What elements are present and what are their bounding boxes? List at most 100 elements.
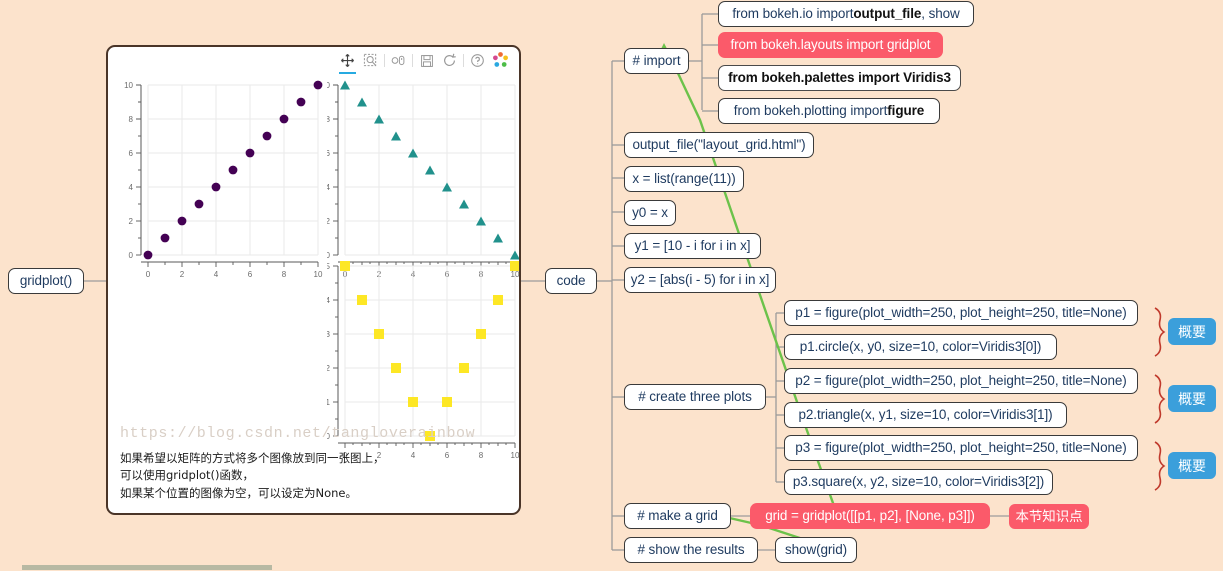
node-p2-figure-label: p2 = figure(plot_width=250, plot_height=… bbox=[795, 373, 1127, 389]
node-import-palettes[interactable]: from bokeh.palettes import Viridis3 bbox=[718, 65, 961, 91]
summary-badge-3[interactable]: 概要 bbox=[1168, 452, 1216, 479]
summary-badge-2[interactable]: 概要 bbox=[1168, 385, 1216, 412]
toolbar-separator bbox=[463, 54, 464, 67]
node-p1-figure[interactable]: p1 = figure(plot_width=250, plot_height=… bbox=[784, 300, 1138, 326]
mindmap-canvas: gridplot() 10 8 6 4 2 0 0 2 4 6 8 10 10 … bbox=[0, 0, 1223, 571]
svg-text:4: 4 bbox=[129, 183, 134, 192]
pan-icon[interactable] bbox=[338, 51, 357, 74]
node-show-grid[interactable]: show(grid) bbox=[775, 537, 857, 563]
branch-make-a-grid-label: # make a grid bbox=[637, 508, 718, 524]
wheel-zoom-icon[interactable] bbox=[389, 51, 408, 70]
svg-text:10: 10 bbox=[511, 451, 520, 460]
node-import-plotting-bold: figure bbox=[887, 103, 925, 119]
node-p3-figure[interactable]: p3 = figure(plot_width=250, plot_height=… bbox=[784, 435, 1138, 461]
node-import-io-bold: output_file bbox=[853, 6, 922, 22]
center-node-label: code bbox=[556, 273, 586, 289]
svg-text:0: 0 bbox=[129, 251, 134, 260]
knowledge-point-badge-label: 本节知识点 bbox=[1015, 508, 1083, 524]
svg-text:10: 10 bbox=[314, 270, 323, 279]
root-node-gridplot[interactable]: gridplot() bbox=[8, 268, 84, 294]
center-node-code[interactable]: code bbox=[545, 268, 597, 294]
svg-text:10: 10 bbox=[124, 81, 133, 90]
reset-icon[interactable] bbox=[440, 51, 459, 70]
svg-text:10: 10 bbox=[327, 81, 331, 90]
horizontal-scrollbar[interactable] bbox=[0, 564, 1223, 571]
node-import-io-prefix: from bokeh.io import bbox=[732, 6, 854, 22]
svg-text:2: 2 bbox=[327, 217, 331, 226]
toolbar-separator bbox=[384, 54, 385, 67]
svg-text:5: 5 bbox=[327, 262, 331, 271]
node-import-plotting-prefix: from bokeh.plotting import bbox=[733, 103, 888, 119]
summary-badge-1-label: 概要 bbox=[1178, 323, 1206, 340]
node-y2-def-label: y2 = [abs(i - 5) for i in x] bbox=[630, 272, 770, 288]
scrollbar-thumb[interactable] bbox=[22, 565, 272, 570]
node-p1-circle-label: p1.circle(x, y0, size=10, color=Viridis3… bbox=[799, 339, 1042, 355]
bokeh-toolbar[interactable] bbox=[338, 51, 510, 74]
svg-text:0: 0 bbox=[146, 270, 151, 279]
svg-text:8: 8 bbox=[282, 270, 287, 279]
svg-text:2: 2 bbox=[129, 217, 134, 226]
node-import-io[interactable]: from bokeh.io import output_file, show bbox=[718, 1, 974, 27]
svg-text:8: 8 bbox=[479, 451, 484, 460]
svg-text:4: 4 bbox=[214, 270, 219, 279]
summary-badge-1[interactable]: 概要 bbox=[1168, 318, 1216, 345]
help-icon[interactable] bbox=[468, 51, 487, 70]
node-p3-square[interactable]: p3.square(x, y2, size=10, color=Viridis3… bbox=[784, 469, 1053, 495]
panel-caption: 如果希望以矩阵的方式将多个图像放到同一张图上， 可以使用gridplot()函数… bbox=[120, 450, 385, 503]
node-p2-triangle-label: p2.triangle(x, y1, size=10, color=Viridi… bbox=[798, 407, 1053, 423]
plot-p1-circle: 10 8 6 4 2 0 0 2 4 6 8 10 bbox=[112, 71, 327, 286]
node-import-layouts-label: from bokeh.layouts import gridplot bbox=[730, 37, 931, 53]
svg-text:2: 2 bbox=[327, 364, 331, 373]
node-output-file-label: output_file("layout_grid.html") bbox=[632, 137, 806, 153]
node-y0-def-label: y0 = x bbox=[632, 205, 668, 221]
save-icon[interactable] bbox=[417, 51, 436, 70]
node-y0-def[interactable]: y0 = x bbox=[624, 200, 676, 226]
node-import-layouts-highlight[interactable]: from bokeh.layouts import gridplot bbox=[718, 32, 943, 58]
root-node-label: gridplot() bbox=[19, 273, 73, 289]
watermark-text: https://blog.csdn.net/tangloverainbow bbox=[120, 425, 476, 442]
summary-badge-3-label: 概要 bbox=[1178, 457, 1206, 474]
bokeh-logo-icon[interactable] bbox=[491, 51, 510, 70]
node-output-file[interactable]: output_file("layout_grid.html") bbox=[624, 132, 814, 158]
node-import-palettes-label: from bokeh.palettes import Viridis3 bbox=[728, 70, 951, 86]
node-show-grid-label: show(grid) bbox=[784, 542, 848, 558]
branch-import[interactable]: # import bbox=[624, 48, 689, 74]
node-y2-def[interactable]: y2 = [abs(i - 5) for i in x] bbox=[624, 267, 776, 293]
svg-text:4: 4 bbox=[411, 451, 416, 460]
caption-line-3: 如果某个位置的图像为空，可以设定为None。 bbox=[120, 486, 357, 501]
svg-text:3: 3 bbox=[327, 330, 331, 339]
node-p2-figure[interactable]: p2 = figure(plot_width=250, plot_height=… bbox=[784, 368, 1138, 394]
node-x-def-label: x = list(range(11)) bbox=[632, 171, 736, 187]
node-import-plotting[interactable]: from bokeh.plotting import figure bbox=[718, 98, 940, 124]
node-p1-figure-label: p1 = figure(plot_width=250, plot_height=… bbox=[795, 305, 1127, 321]
node-x-def[interactable]: x = list(range(11)) bbox=[624, 166, 744, 192]
branch-create-three-plots[interactable]: # create three plots bbox=[624, 384, 766, 410]
svg-text:8: 8 bbox=[327, 115, 331, 124]
summary-badge-2-label: 概要 bbox=[1178, 390, 1206, 407]
node-p1-circle[interactable]: p1.circle(x, y0, size=10, color=Viridis3… bbox=[784, 334, 1057, 360]
svg-text:6: 6 bbox=[248, 270, 253, 279]
caption-line-2: 可以使用gridplot()函数， bbox=[120, 468, 255, 483]
svg-text:6: 6 bbox=[327, 149, 331, 158]
node-grid-gridplot-highlight[interactable]: grid = gridplot([[p1, p2], [None, p3]]) bbox=[750, 503, 990, 529]
svg-text:6: 6 bbox=[445, 451, 450, 460]
svg-text:1: 1 bbox=[327, 398, 331, 407]
caption-line-1: 如果希望以矩阵的方式将多个图像放到同一张图上， bbox=[120, 450, 385, 465]
bokeh-output-image-panel: 10 8 6 4 2 0 0 2 4 6 8 10 10 0 2 4 6 8 10 如果… bbox=[106, 45, 521, 515]
branch-make-a-grid[interactable]: # make a grid bbox=[624, 503, 731, 529]
node-import-io-suffix: , show bbox=[921, 6, 960, 22]
node-y1-def[interactable]: y1 = [10 - i for i in x] bbox=[624, 233, 761, 259]
branch-show-the-results[interactable]: # show the results bbox=[624, 537, 758, 563]
box-zoom-icon[interactable] bbox=[361, 51, 380, 70]
node-p2-triangle[interactable]: p2.triangle(x, y1, size=10, color=Viridi… bbox=[784, 402, 1067, 428]
branch-create-three-plots-label: # create three plots bbox=[638, 389, 752, 405]
branch-import-label: # import bbox=[632, 53, 681, 69]
knowledge-point-badge[interactable]: 本节知识点 bbox=[1009, 504, 1089, 529]
svg-text:6: 6 bbox=[129, 149, 134, 158]
svg-text:2: 2 bbox=[180, 270, 185, 279]
node-p3-square-label: p3.square(x, y2, size=10, color=Viridis3… bbox=[792, 474, 1045, 490]
toolbar-separator bbox=[412, 54, 413, 67]
node-grid-gridplot-label: grid = gridplot([[p1, p2], [None, p3]]) bbox=[765, 508, 975, 524]
svg-text:8: 8 bbox=[129, 115, 134, 124]
svg-text:4: 4 bbox=[327, 183, 331, 192]
